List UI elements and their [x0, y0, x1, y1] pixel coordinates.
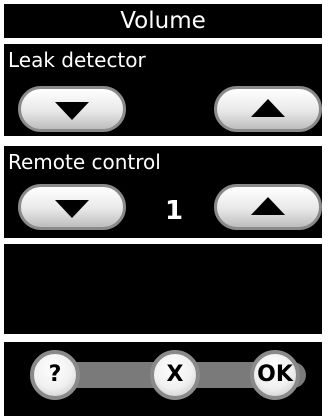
- leak-detector-label: Leak detector: [8, 48, 146, 72]
- screen-title: Volume: [120, 8, 206, 34]
- arrow-up-icon: [251, 197, 285, 215]
- empty-area: [4, 244, 322, 334]
- footer-bar: ? X OK: [4, 342, 322, 416]
- help-button[interactable]: ?: [30, 350, 80, 400]
- leak-detector-increase-button[interactable]: [214, 86, 322, 132]
- arrow-up-icon: [251, 99, 285, 117]
- arrow-down-icon: [55, 102, 89, 120]
- remote-control-section: Remote control 1: [4, 146, 322, 238]
- remote-control-increase-button[interactable]: [214, 184, 322, 230]
- ok-button[interactable]: OK: [250, 350, 300, 400]
- remote-control-label: Remote control: [8, 150, 161, 174]
- volume-screen: Volume Leak detector Remote control 1 ? …: [0, 0, 332, 416]
- remote-control-value: 1: [164, 196, 184, 226]
- remote-control-decrease-button[interactable]: [18, 184, 126, 230]
- title-bar: Volume: [4, 4, 322, 38]
- leak-detector-section: Leak detector: [4, 44, 322, 136]
- cancel-button[interactable]: X: [150, 350, 200, 400]
- arrow-down-icon: [55, 200, 89, 218]
- leak-detector-decrease-button[interactable]: [18, 86, 126, 132]
